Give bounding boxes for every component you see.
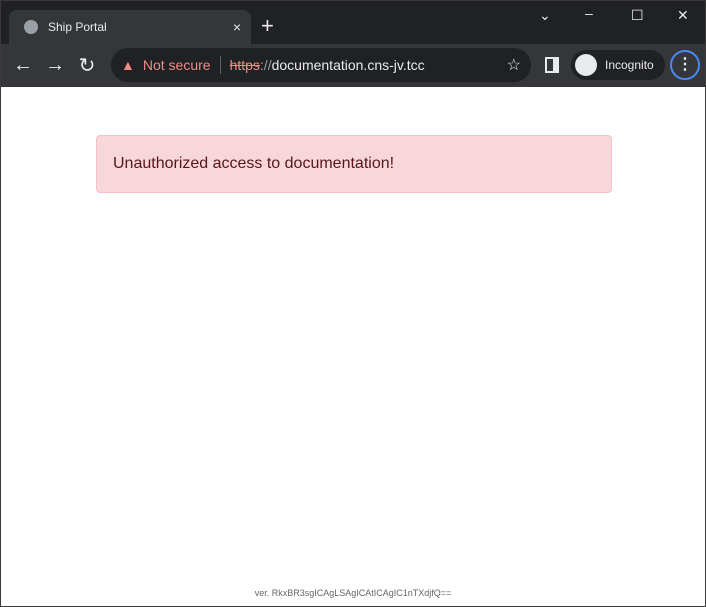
alert-message: Unauthorized access to documentation! (113, 155, 395, 172)
url-host: documentation.cns-jv.tcc (271, 57, 425, 73)
address-bar[interactable]: ▲ Not secure https://documentation.cns-j… (111, 48, 531, 82)
url-scheme: https (229, 57, 260, 73)
tab-title: Ship Portal (48, 20, 107, 34)
tab-search-icon[interactable]: ⌄ (539, 7, 551, 24)
browser-menu-icon[interactable]: ⋮ (670, 50, 700, 80)
forward-icon[interactable]: → (39, 54, 71, 77)
toolbar: ← → ↻ ▲ Not secure https://documentation… (1, 44, 705, 87)
globe-icon (24, 20, 38, 34)
incognito-icon (575, 54, 597, 76)
new-tab-button[interactable]: + (261, 13, 274, 39)
side-panel-icon[interactable] (545, 57, 559, 73)
tab-close-icon[interactable]: × (233, 19, 241, 35)
reload-icon[interactable]: ↻ (71, 53, 103, 78)
tab-ship-portal[interactable]: Ship Portal × (9, 10, 251, 44)
maximize-icon[interactable]: ☐ (631, 7, 644, 24)
title-bar: Ship Portal × + ⌄ – ☐ ✕ (1, 1, 705, 44)
minimize-icon[interactable]: – (585, 5, 593, 21)
security-label[interactable]: Not secure (143, 57, 211, 73)
window-close-icon[interactable]: ✕ (677, 7, 689, 24)
url-separator: :// (259, 57, 272, 73)
divider (219, 56, 221, 74)
bookmark-star-icon[interactable]: ☆ (507, 55, 521, 75)
warning-icon[interactable]: ▲ (121, 57, 135, 73)
incognito-button[interactable]: Incognito (571, 50, 665, 80)
back-icon[interactable]: ← (7, 54, 39, 77)
error-alert: Unauthorized access to documentation! (96, 135, 612, 193)
footer-version: ver. RkxBR3sgICAgLSAgICAtICAgIC1nTXdjfQ=… (254, 588, 452, 598)
incognito-label: Incognito (605, 58, 654, 72)
